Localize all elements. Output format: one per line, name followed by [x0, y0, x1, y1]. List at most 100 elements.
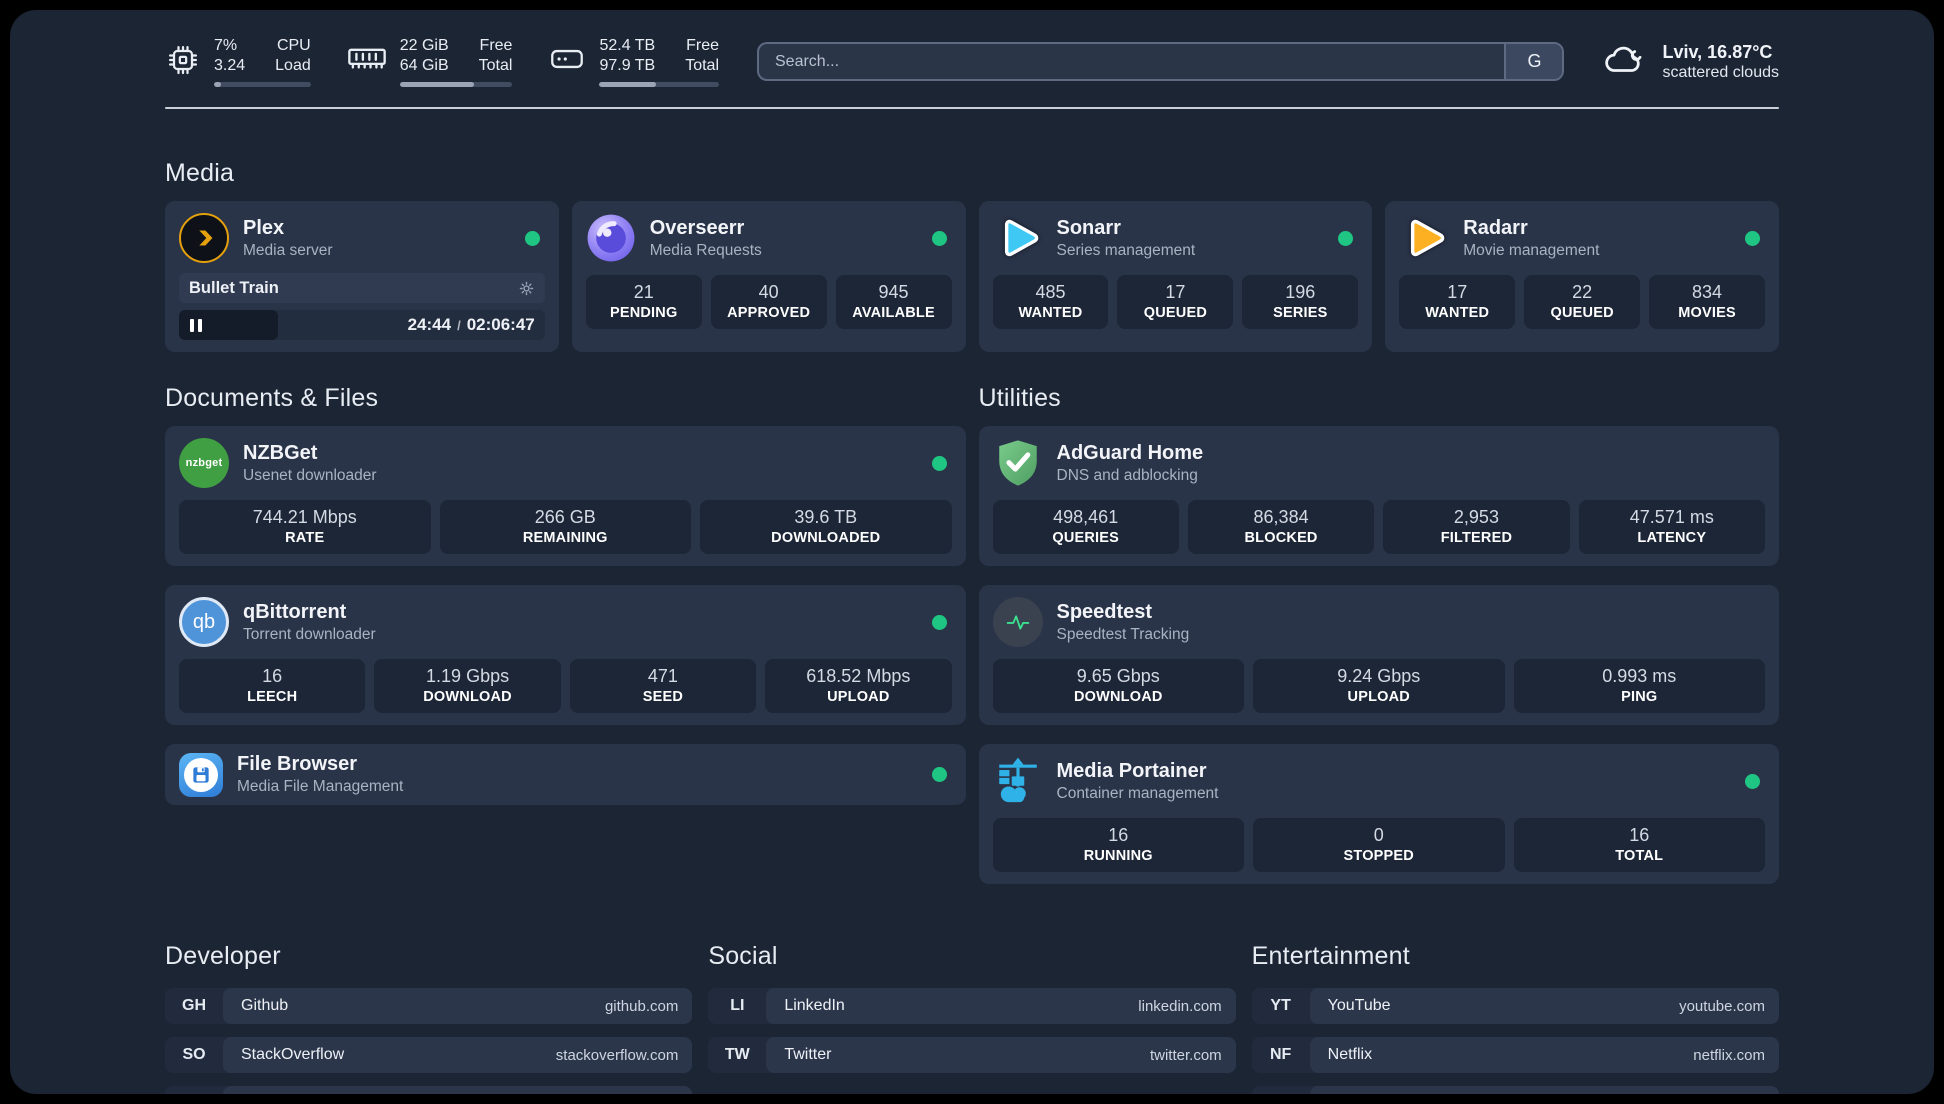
cloud-icon [1602, 40, 1648, 83]
now-playing-title: Bullet Train [189, 278, 279, 297]
bookmark-abbr: NF [1269, 1046, 1292, 1063]
stat-value: 485 [1035, 282, 1066, 302]
status-dot [931, 614, 947, 630]
bookmark-linkedin[interactable]: LI LinkedIn linkedin.com [708, 988, 1236, 1024]
app-card-nzbget[interactable]: nzbget NZBGet Usenet downloader 744.21 M… [165, 426, 966, 566]
section-title-media: Media [165, 159, 235, 187]
app-subtitle: Movie management [1463, 241, 1600, 259]
app-card-filebrowser[interactable]: File Browser Media File Management [165, 744, 966, 805]
section-title-utilities: Utilities [978, 384, 1061, 412]
bookmark-reddit[interactable]: RE Reddit reddit.com [1251, 1086, 1779, 1094]
app-card-sonarr[interactable]: Sonarr Series management 485 WANTED 17 Q… [978, 201, 1373, 352]
stat-label: QUEUED [1143, 305, 1207, 321]
section-title-developer: Developer [165, 942, 281, 970]
player-duration: 02:06:47 [466, 315, 535, 334]
app-card-qbittorrent[interactable]: qb qBittorrent Torrent downloader 16 LEE… [165, 585, 966, 725]
stat-label: TOTAL [1615, 848, 1664, 864]
status-dot [1745, 230, 1760, 246]
bookmark-name: YouTube [1327, 997, 1391, 1014]
bookmark-group-entertainment: Entertainment YT YouTube youtube.com NF … [1251, 942, 1779, 1094]
bookmark-youtube[interactable]: YT YouTube youtube.com [1251, 988, 1779, 1024]
stat-label: MOVIES [1678, 305, 1736, 321]
app-card-adguard[interactable]: AdGuard Home DNS and adblocking 498,461 … [978, 426, 1779, 566]
stat-value: 618.52 Mbps [806, 666, 911, 686]
ram-free-value: 22 GiB [399, 37, 449, 54]
search-provider-button[interactable]: G [1504, 44, 1563, 79]
stat-value: 471 [647, 666, 678, 686]
ram-total-label: Total [478, 57, 513, 74]
app-card-radarr[interactable]: Radarr Movie management 17 WANTED 22 QUE… [1385, 201, 1779, 352]
stat-value: 22 [1572, 282, 1593, 302]
stat-chip: 1.19 Gbps DOWNLOAD [374, 659, 561, 713]
stat-value: 2,953 [1453, 507, 1499, 527]
stat-value: 21 [633, 282, 654, 302]
app-name: Overseerr [649, 216, 745, 239]
status-dot [931, 455, 947, 471]
app-subtitle: DNS and adblocking [1056, 466, 1198, 484]
ram-free-label: Free [479, 37, 513, 54]
stat-value: 39.6 TB [794, 507, 858, 527]
stat-value: 40 [758, 282, 779, 302]
app-card-plex[interactable]: Plex Media server Bullet Train 24:44 / 0… [165, 201, 559, 352]
stat-chip: 9.65 Gbps DOWNLOAD [992, 659, 1244, 713]
stat-value: 498,461 [1053, 507, 1119, 527]
memory-widget: 22 GiB Free 64 GiB Total [347, 36, 513, 87]
stat-chip: 47.571 ms LATENCY [1578, 500, 1765, 554]
nzbget-icon: nzbget [179, 438, 229, 488]
portainer-icon [993, 756, 1043, 806]
player-elapsed: 24:44 [407, 315, 452, 334]
status-dot [1338, 230, 1354, 246]
bookmark-github[interactable]: GH Github github.com [165, 988, 693, 1024]
stat-value: 16 [262, 666, 283, 686]
bookmark-abbr: SO [182, 1046, 206, 1063]
stat-label: QUERIES [1052, 530, 1120, 546]
now-playing-bar: Bullet Train [179, 273, 545, 303]
app-card-speedtest[interactable]: Speedtest Speedtest Tracking 9.65 Gbps D… [978, 585, 1779, 725]
stat-label: RUNNING [1083, 848, 1153, 864]
stat-value: 9.65 Gbps [1076, 666, 1160, 686]
stat-value: 1.19 Gbps [426, 666, 510, 686]
app-name: qBittorrent [243, 600, 347, 623]
section-title-documents: Documents & Files [165, 384, 379, 412]
app-card-overseerr[interactable]: Overseerr Media Requests 21 PENDING 40 A… [571, 201, 966, 352]
bookmark-abbr: YT [1270, 997, 1291, 1014]
bookmark-group-social: Social LI LinkedIn linkedin.com TW Twitt… [708, 942, 1236, 1094]
stat-chip: 0 STOPPED [1253, 818, 1505, 872]
bookmark-abbr: LI [730, 997, 745, 1014]
app-name: Media Portainer [1056, 759, 1207, 782]
stat-chip: 17 QUEUED [1117, 275, 1234, 329]
stat-value: 17 [1447, 282, 1468, 302]
stat-value: 86,384 [1253, 507, 1309, 527]
pause-icon[interactable] [190, 318, 202, 332]
bookmark-url: linkedin.com [1138, 997, 1222, 1015]
bookmark-name: Netflix [1327, 1046, 1373, 1063]
bookmark-dev[interactable]: DT DEV dev.to [165, 1086, 693, 1094]
weather-condition: scattered clouds [1662, 63, 1779, 81]
header-divider [165, 107, 1779, 109]
bookmark-twitter[interactable]: TW Twitter twitter.com [708, 1037, 1236, 1073]
player-settings-icon[interactable] [518, 280, 535, 297]
stat-label: FILTERED [1440, 530, 1513, 546]
stat-label: DOWNLOAD [423, 689, 512, 705]
cpu-load-label: Load [275, 57, 311, 74]
ram-icon [347, 42, 387, 74]
bookmark-netflix[interactable]: NF Netflix netflix.com [1251, 1037, 1779, 1073]
search-input[interactable] [759, 44, 1505, 79]
cpu-widget: 7% CPU 3.24 Load [165, 36, 311, 87]
stat-value: 16 [1108, 825, 1129, 845]
app-card-portainer[interactable]: Media Portainer Container management 16 … [978, 744, 1779, 884]
player-progress-fill [179, 310, 278, 340]
stat-chip: 2,953 FILTERED [1383, 500, 1570, 554]
app-name: File Browser [237, 753, 358, 775]
app-name: Radarr [1463, 216, 1528, 239]
status-dot [931, 767, 947, 782]
bookmark-stackoverflow[interactable]: SO StackOverflow stackoverflow.com [165, 1037, 693, 1073]
stat-chip: 945 AVAILABLE [835, 275, 952, 329]
filebrowser-icon [179, 752, 223, 797]
app-subtitle: Usenet downloader [243, 466, 377, 484]
bookmark-group-developer: Developer GH Github github.com SO StackO… [165, 942, 693, 1094]
stat-chip: 0.993 ms PING [1513, 659, 1765, 713]
stat-label: SERIES [1273, 305, 1328, 321]
stat-chip: 196 SERIES [1242, 275, 1359, 329]
disk-free-value: 52.4 TB [599, 37, 656, 54]
